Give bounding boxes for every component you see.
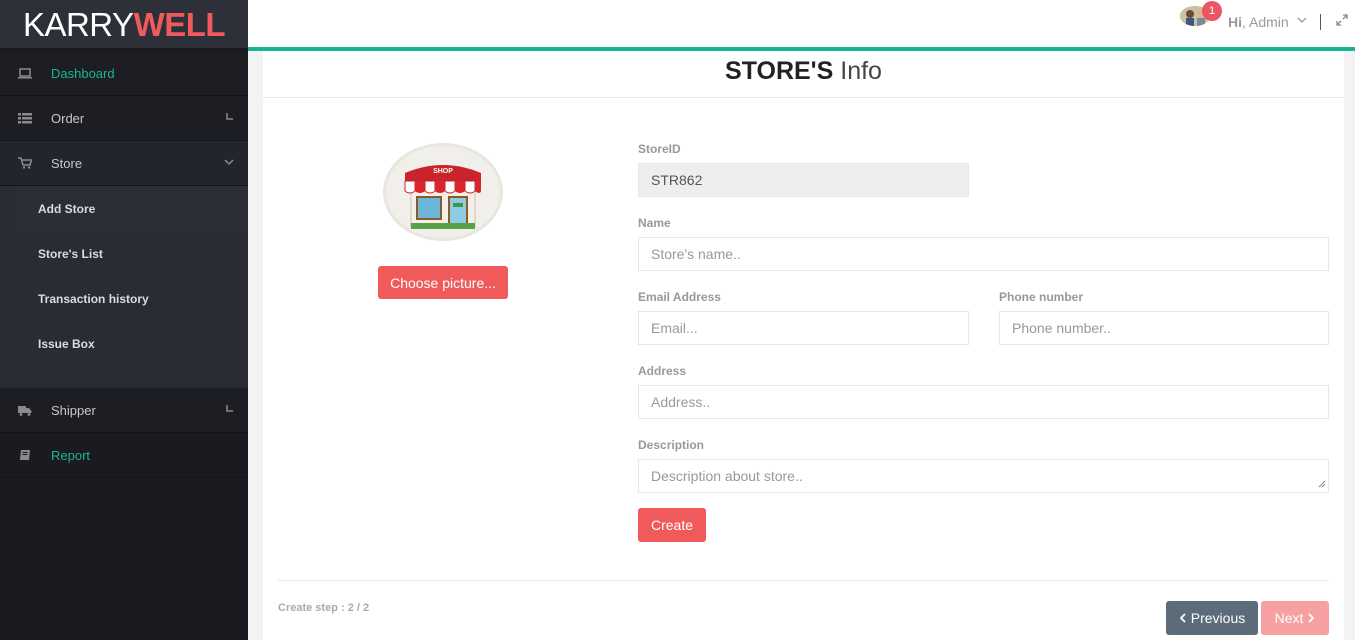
sidebar-item-label: Report [51,447,91,463]
choose-picture-button[interactable]: Choose picture... [378,266,508,299]
chevron-left-icon [1179,613,1186,623]
description-label: Description [638,438,705,452]
next-button[interactable]: Next [1261,601,1329,635]
address-input[interactable]: Address.. [638,385,1329,419]
sidebar-item-label: Order [51,110,85,126]
sidebar-item-label: Store [51,155,83,171]
chevron-right-icon [1308,613,1315,623]
sidebar-item-dashboard[interactable]: Dashboard [0,51,248,96]
title-light: Info [833,57,882,85]
email-label: Email Address [638,290,721,304]
divider [1320,14,1321,30]
chevron-left-icon [226,404,234,416]
sidebar-item-order[interactable]: Order [0,96,248,141]
phone-label: Phone number [999,290,1084,304]
sidebar-item-label: Dashboard [51,65,115,81]
brand-part2: WELL [133,5,226,43]
chevron-left-icon [226,112,234,124]
chevron-down-icon[interactable] [1297,15,1307,27]
phone-input[interactable]: Phone number.. [999,311,1329,345]
page-title: STORE'S Info [725,57,882,85]
sidebar-item-shipper[interactable]: Shipper [0,388,248,433]
submenu-add-store[interactable]: Add Store [18,186,248,231]
submenu-issue-box[interactable]: Issue Box [0,321,248,366]
name-label: Name [638,216,671,230]
store-picture: SHOP [383,143,503,241]
description-textarea[interactable]: Description about store.. [638,459,1329,493]
store-info-panel: STORE'S Info SHOP Choose picture... Stor… [263,51,1344,640]
storeid-label: StoreID [638,142,681,156]
shop-icon: SHOP [404,165,481,229]
wizard-step-text: Create step : 2 / 2 [278,602,370,614]
laptop-icon [18,67,32,79]
brand-logo[interactable]: KARRY WELL [0,0,248,48]
notification-badge[interactable]: 1 [1202,1,1222,21]
address-label: Address [638,364,687,378]
shop-sign-text: SHOP [433,168,453,175]
submenu-transaction-history[interactable]: Transaction history [0,276,248,321]
brand-part1: KARRY [22,5,134,43]
user-greeting[interactable]: Hi, Admin [1228,14,1289,30]
description-placeholder: Description about store.. [651,468,803,484]
greeting-name: , Admin [1242,14,1289,30]
create-button[interactable]: Create [638,508,706,542]
submenu-stores-list[interactable]: Store's List [0,231,248,276]
previous-button[interactable]: Previous [1166,601,1258,635]
sidebar-item-store[interactable]: Store [0,141,248,186]
store-submenu: Add Store Store's List Transaction histo… [0,186,248,388]
expand-icon[interactable] [1336,14,1348,29]
cart-icon [18,157,32,169]
panel-header: STORE'S Info [263,51,1344,98]
list-icon [18,112,32,124]
previous-label: Previous [1190,610,1246,626]
next-label: Next [1274,610,1304,626]
title-bold: STORE'S [725,57,834,85]
resize-handle-icon[interactable] [1318,480,1326,490]
truck-icon [18,404,32,416]
book-icon [18,449,32,461]
email-input[interactable]: Email... [638,311,969,345]
sidebar-nav: Dashboard Order Store Add Store Store's … [0,51,248,478]
chevron-down-icon [224,157,234,169]
sidebar-item-label: Shipper [51,402,96,418]
sidebar: KARRY WELL Dashboard Order Store Add Sto… [0,0,248,640]
storeid-field: STR862 [638,163,969,197]
greeting-hi: Hi [1228,14,1242,30]
name-input[interactable]: Store's name.. [638,237,1329,271]
divider [278,580,1329,581]
sidebar-item-report[interactable]: Report [0,433,248,478]
